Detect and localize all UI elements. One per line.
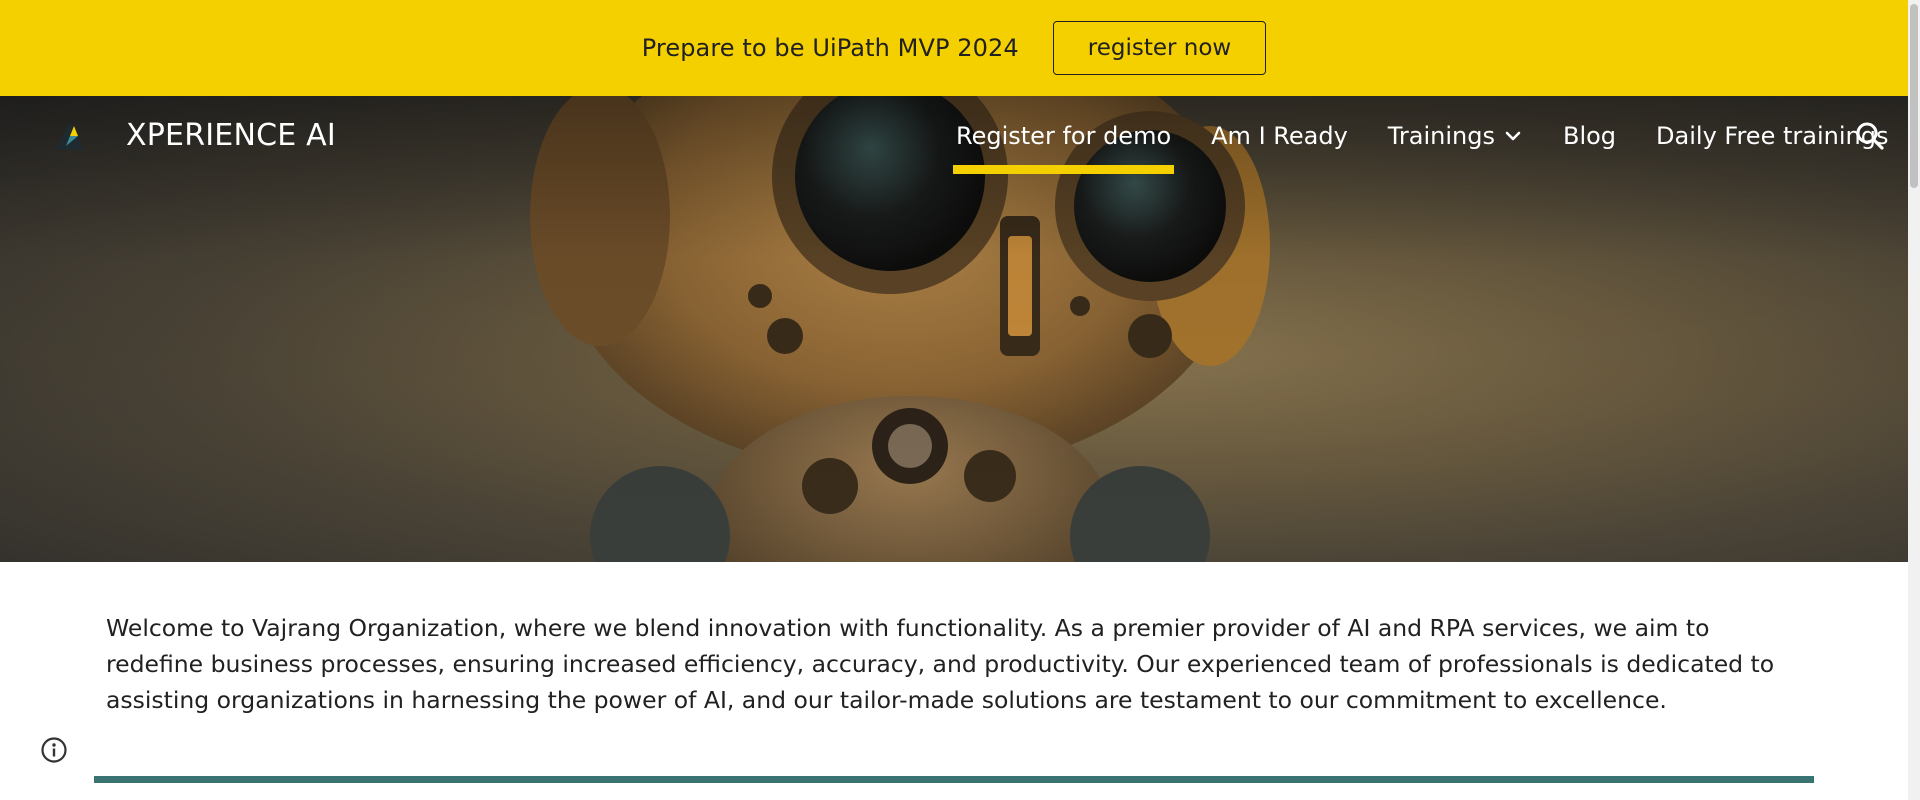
site-title[interactable]: XPERIENCE AI bbox=[126, 118, 336, 153]
nav-item-am-i-ready[interactable]: Am I Ready bbox=[1211, 122, 1348, 150]
banner-text: Prepare to be UiPath MVP 2024 bbox=[641, 34, 1019, 62]
nav-item-blog[interactable]: Blog bbox=[1563, 122, 1616, 150]
page-scrollbar[interactable] bbox=[1908, 0, 1920, 800]
nav-item-trainings[interactable]: Trainings bbox=[1388, 122, 1523, 150]
nav-links: Register for demo Am I Ready Trainings B… bbox=[952, 122, 1920, 174]
search-icon[interactable] bbox=[1854, 120, 1886, 152]
intro-paragraph: Welcome to Vajrang Organization, where w… bbox=[106, 614, 1775, 714]
top-navigation: XPERIENCE AI Register for demo Am I Read… bbox=[0, 96, 1908, 180]
nav-item-trainings-label: Trainings bbox=[1387, 122, 1495, 150]
section-divider bbox=[94, 776, 1814, 783]
logo-icon[interactable] bbox=[50, 116, 90, 156]
announcement-banner: Prepare to be UiPath MVP 2024 register n… bbox=[0, 0, 1908, 96]
chevron-down-icon[interactable] bbox=[1503, 126, 1523, 146]
nav-item-register-for-demo[interactable]: Register for demo bbox=[952, 122, 1175, 174]
info-icon[interactable] bbox=[40, 736, 68, 764]
register-now-button[interactable]: register now bbox=[1052, 21, 1267, 75]
scrollbar-thumb[interactable] bbox=[1910, 4, 1918, 188]
